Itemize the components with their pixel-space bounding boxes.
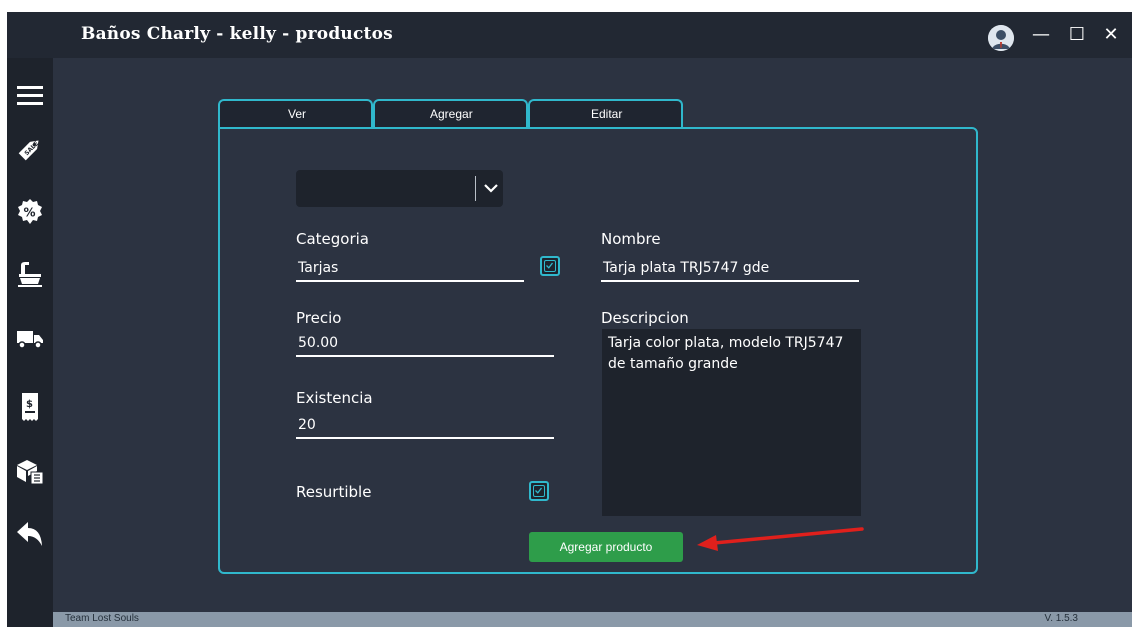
resurtible-checkbox[interactable] <box>529 481 549 501</box>
descripcion-textarea[interactable]: Tarja color plata, modelo TRJ5747 de tam… <box>602 329 861 516</box>
categoria-label: Categoria <box>296 230 370 248</box>
tab-agregar[interactable]: Agregar <box>373 99 528 127</box>
agregar-producto-button[interactable]: Agregar producto <box>529 532 683 562</box>
existencia-label: Existencia <box>296 389 373 407</box>
boxes-icon[interactable] <box>12 453 48 489</box>
minimize-button[interactable]: — <box>1028 22 1054 48</box>
maximize-button[interactable]: ☐ <box>1064 22 1090 48</box>
status-bar: Team Lost Souls V. 1.5.3 <box>53 612 1132 627</box>
nombre-value: Tarja plata TRJ5747 gde <box>603 260 770 276</box>
sale-tag-icon[interactable]: SALE <box>12 131 48 167</box>
tab-editar-label: Editar <box>591 107 623 121</box>
app-window: Baños Charly - kelly - productos — ☐ ✕ S… <box>7 12 1132 627</box>
existencia-value: 20 <box>298 417 316 433</box>
title-bar: Baños Charly - kelly - productos — ☐ ✕ <box>7 12 1132 58</box>
precio-field[interactable]: 50.00 <box>296 333 554 357</box>
precio-label: Precio <box>296 309 342 327</box>
back-arrow-icon[interactable] <box>12 516 48 552</box>
receipt-icon[interactable]: $ <box>12 389 48 425</box>
precio-value: 50.00 <box>298 335 339 351</box>
svg-text:$: $ <box>26 399 33 410</box>
close-button[interactable]: ✕ <box>1098 22 1124 48</box>
tab-ver-label: Ver <box>288 107 307 121</box>
svg-text:%: % <box>24 206 36 220</box>
bathtub-icon[interactable] <box>12 256 48 292</box>
existencia-field[interactable]: 20 <box>296 415 554 439</box>
check-icon <box>533 485 545 497</box>
descripcion-label: Descripcion <box>601 309 689 327</box>
percent-badge-icon[interactable]: % <box>12 194 48 230</box>
tab-ver[interactable]: Ver <box>218 99 373 127</box>
categoria-checkbox[interactable] <box>540 256 560 276</box>
nombre-field[interactable]: Tarja plata TRJ5747 gde <box>601 258 859 282</box>
hamburger-icon[interactable] <box>12 78 48 114</box>
dropdown-separator <box>475 176 476 201</box>
truck-icon[interactable] <box>12 320 48 356</box>
annotation-arrow-icon <box>697 527 864 551</box>
window-title: Baños Charly - kelly - productos <box>81 24 393 44</box>
resurtible-label: Resurtible <box>296 483 372 501</box>
user-avatar-icon[interactable] <box>988 25 1014 51</box>
tab-agregar-label: Agregar <box>430 107 473 121</box>
sidebar: SALE % $ <box>7 58 53 627</box>
chevron-down-icon <box>481 178 501 202</box>
categoria-value: Tarjas <box>298 260 339 276</box>
svg-text:SALE: SALE <box>23 140 40 157</box>
version-label: V. 1.5.3 <box>1044 613 1078 624</box>
team-name: Team Lost Souls <box>65 613 139 624</box>
nombre-label: Nombre <box>601 230 661 248</box>
product-select-dropdown[interactable] <box>296 170 503 207</box>
check-icon <box>544 260 556 272</box>
categoria-field[interactable]: Tarjas <box>296 258 524 282</box>
tab-editar[interactable]: Editar <box>528 99 683 127</box>
